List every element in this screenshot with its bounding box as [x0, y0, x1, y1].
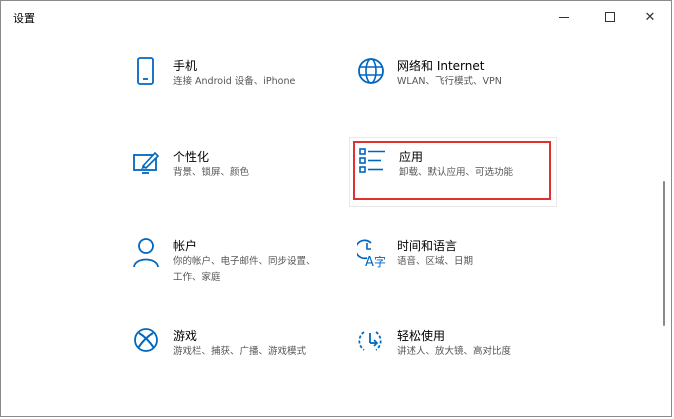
- time-language-icon: A 字: [357, 239, 386, 270]
- ease-of-access-icon: [358, 331, 382, 351]
- phone-icon: [137, 57, 154, 85]
- window-title: 设置: [13, 12, 35, 25]
- tile-desc: 背景、锁屏、颜色: [173, 167, 250, 178]
- xbox-icon: [134, 328, 158, 352]
- scrollbar[interactable]: [663, 181, 665, 326]
- tile-desc: 卸载、默认应用、可选功能: [399, 167, 514, 178]
- tile-ease-of-access[interactable]: 轻松使用 讲述人、放大镜、高对比度: [357, 327, 557, 383]
- tile-name: 手机: [173, 59, 198, 73]
- close-icon: ✕: [644, 9, 656, 25]
- tile-desc: 语音、区域、日期: [397, 256, 474, 267]
- title-bar: 设置 ✕: [1, 1, 671, 33]
- svg-text:字: 字: [374, 254, 386, 269]
- tile-time-language[interactable]: A 字 时间和语言 语音、区域、日期: [357, 237, 557, 293]
- tile-name: 个性化: [173, 150, 210, 164]
- tile-name: 帐户: [173, 239, 198, 253]
- tile-gaming[interactable]: 游戏 游戏栏、捕获、广播、游戏模式: [133, 327, 333, 383]
- tile-network[interactable]: 网络和 Internet WLAN、飞行模式、VPN: [357, 57, 557, 113]
- tile-name: 时间和语言: [397, 239, 458, 253]
- tile-name: 网络和 Internet: [397, 59, 485, 73]
- tile-desc: 游戏栏、捕获、广播、游戏模式: [173, 346, 307, 357]
- svg-text:A: A: [365, 255, 374, 270]
- minimize-icon: [559, 16, 569, 18]
- tile-personalization[interactable]: 个性化 背景、锁屏、颜色: [133, 148, 333, 204]
- maximize-icon: [605, 12, 615, 22]
- globe-icon: [358, 58, 384, 84]
- personalization-icon: [133, 151, 160, 174]
- close-button[interactable]: ✕: [627, 1, 673, 33]
- tile-name: 应用: [399, 150, 424, 164]
- tile-name: 轻松使用: [397, 329, 446, 343]
- tile-desc: 你的帐户、电子邮件、同步设置、工作、家庭: [173, 256, 316, 283]
- tile-desc: 讲述人、放大镜、高对比度: [397, 346, 512, 357]
- person-icon: [133, 238, 159, 268]
- settings-window: 设置 ✕ 手机 连接 Android 设备、iPhone 网络和 Interne…: [0, 0, 672, 417]
- tile-name: 游戏: [173, 329, 198, 343]
- tile-desc: WLAN、飞行模式、VPN: [397, 76, 502, 87]
- tile-phone[interactable]: 手机 连接 Android 设备、iPhone: [133, 57, 333, 113]
- minimize-button[interactable]: [541, 1, 587, 33]
- tile-accounts[interactable]: 帐户 你的帐户、电子邮件、同步设置、工作、家庭: [133, 237, 333, 293]
- tile-apps[interactable]: 应用 卸载、默认应用、可选功能: [359, 148, 559, 204]
- tile-desc: 连接 Android 设备、iPhone: [173, 76, 296, 87]
- apps-list-icon: [359, 148, 385, 173]
